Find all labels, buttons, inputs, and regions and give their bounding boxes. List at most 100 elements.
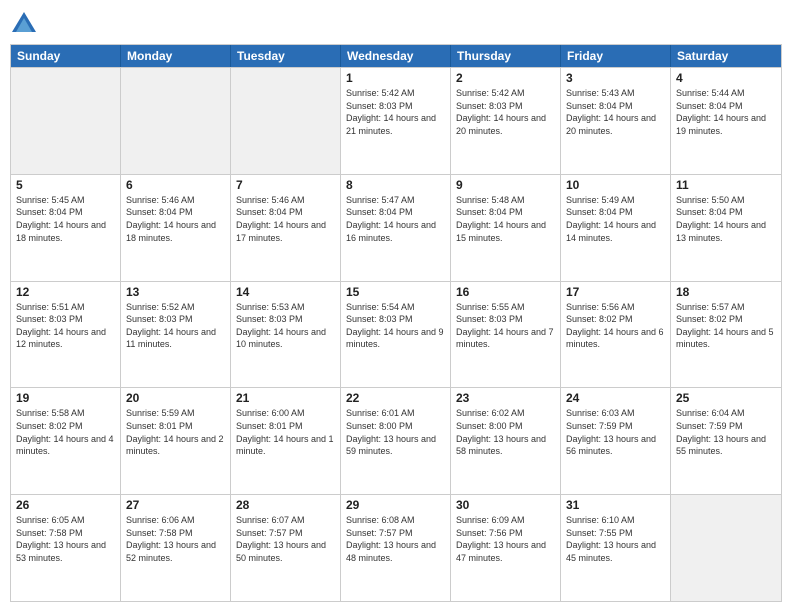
header-day-tuesday: Tuesday xyxy=(231,45,341,67)
day-cell-22: 22 Sunrise: 6:01 AMSunset: 8:00 PMDayligh… xyxy=(341,388,451,494)
empty-cell xyxy=(671,495,781,601)
day-number: 22 xyxy=(346,391,445,405)
day-cell-6: 6Sunrise: 5:46 AMSunset: 8:04 PMDaylight… xyxy=(121,175,231,281)
day-cell-27: 27Sunrise: 6:06 AMSunset: 7:58 PMDayligh… xyxy=(121,495,231,601)
day-number: 4 xyxy=(676,71,776,85)
day-number: 16 xyxy=(456,285,555,299)
day-number: 31 xyxy=(566,498,665,512)
day-number: 15 xyxy=(346,285,445,299)
day-number: 10 xyxy=(566,178,665,192)
cell-info: Sunrise: 5:55 AMSunset: 8:03 PMDaylight:… xyxy=(456,301,555,351)
day-cell-15: 15 Sunrise: 5:54 AMSunset: 8:03 PMDayligh… xyxy=(341,282,451,388)
day-number: 5 xyxy=(16,178,115,192)
cell-info: Sunrise: 5:57 AMSunset: 8:02 PMDaylight:… xyxy=(676,301,776,351)
cell-info: Sunrise: 6:10 AMSunset: 7:55 PMDaylight:… xyxy=(566,514,665,564)
day-cell-30: 30 Sunrise: 6:09 AMSunset: 7:56 PMDayligh… xyxy=(451,495,561,601)
header-day-friday: Friday xyxy=(561,45,671,67)
day-number: 20 xyxy=(126,391,225,405)
calendar-header: SundayMondayTuesdayWednesdayThursdayFrid… xyxy=(11,45,781,67)
day-number: 3 xyxy=(566,71,665,85)
day-number: 14 xyxy=(236,285,335,299)
day-number: 11 xyxy=(676,178,776,192)
day-cell-21: 21 Sunrise: 6:00 AMSunset: 8:01 PMDayligh… xyxy=(231,388,341,494)
cell-info: Sunrise: 6:09 AMSunset: 7:56 PMDaylight:… xyxy=(456,514,555,564)
calendar-row-5: 26 Sunrise: 6:05 AMSunset: 7:58 PMDayligh… xyxy=(11,494,781,601)
day-cell-17: 17Sunrise: 5:56 AMSunset: 8:02 PMDayligh… xyxy=(561,282,671,388)
day-number: 17 xyxy=(566,285,665,299)
calendar-row-3: 12 Sunrise: 5:51 AMSunset: 8:03 PMDayligh… xyxy=(11,281,781,388)
cell-info: Sunrise: 5:45 AMSunset: 8:04 PMDaylight:… xyxy=(16,194,115,244)
cell-info: Sunrise: 5:53 AMSunset: 8:03 PMDaylight:… xyxy=(236,301,335,351)
calendar-row-1: 1 Sunrise: 5:42 AMSunset: 8:03 PMDaylight… xyxy=(11,67,781,174)
logo xyxy=(10,10,42,38)
cell-info: Sunrise: 6:03 AMSunset: 7:59 PMDaylight:… xyxy=(566,407,665,457)
day-number: 25 xyxy=(676,391,776,405)
cell-info: Sunrise: 5:43 AMSunset: 8:04 PMDaylight:… xyxy=(566,87,665,137)
day-number: 24 xyxy=(566,391,665,405)
day-cell-8: 8Sunrise: 5:47 AMSunset: 8:04 PMDaylight… xyxy=(341,175,451,281)
day-number: 29 xyxy=(346,498,445,512)
day-number: 28 xyxy=(236,498,335,512)
day-cell-5: 5 Sunrise: 5:45 AMSunset: 8:04 PMDaylight… xyxy=(11,175,121,281)
header-day-sunday: Sunday xyxy=(11,45,121,67)
cell-info: Sunrise: 5:50 AMSunset: 8:04 PMDaylight:… xyxy=(676,194,776,244)
day-cell-25: 25Sunrise: 6:04 AMSunset: 7:59 PMDayligh… xyxy=(671,388,781,494)
cell-info: Sunrise: 5:42 AMSunset: 8:03 PMDaylight:… xyxy=(346,87,445,137)
day-number: 26 xyxy=(16,498,115,512)
header-day-wednesday: Wednesday xyxy=(341,45,451,67)
header xyxy=(10,10,782,38)
header-day-saturday: Saturday xyxy=(671,45,781,67)
day-cell-24: 24 Sunrise: 6:03 AMSunset: 7:59 PMDayligh… xyxy=(561,388,671,494)
header-day-thursday: Thursday xyxy=(451,45,561,67)
day-cell-20: 20 Sunrise: 5:59 AMSunset: 8:01 PMDayligh… xyxy=(121,388,231,494)
cell-info: Sunrise: 6:05 AMSunset: 7:58 PMDaylight:… xyxy=(16,514,115,564)
day-number: 13 xyxy=(126,285,225,299)
cell-info: Sunrise: 6:07 AMSunset: 7:57 PMDaylight:… xyxy=(236,514,335,564)
day-number: 6 xyxy=(126,178,225,192)
page: SundayMondayTuesdayWednesdayThursdayFrid… xyxy=(0,0,792,612)
cell-info: Sunrise: 6:01 AMSunset: 8:00 PMDaylight:… xyxy=(346,407,445,457)
day-cell-31: 31 Sunrise: 6:10 AMSunset: 7:55 PMDayligh… xyxy=(561,495,671,601)
day-cell-7: 7 Sunrise: 5:46 AMSunset: 8:04 PMDaylight… xyxy=(231,175,341,281)
cell-info: Sunrise: 5:52 AMSunset: 8:03 PMDaylight:… xyxy=(126,301,225,351)
day-number: 19 xyxy=(16,391,115,405)
day-cell-28: 28 Sunrise: 6:07 AMSunset: 7:57 PMDayligh… xyxy=(231,495,341,601)
day-cell-2: 2Sunrise: 5:42 AMSunset: 8:03 PMDaylight… xyxy=(451,68,561,174)
day-cell-13: 13 Sunrise: 5:52 AMSunset: 8:03 PMDayligh… xyxy=(121,282,231,388)
day-cell-11: 11 Sunrise: 5:50 AMSunset: 8:04 PMDayligh… xyxy=(671,175,781,281)
cell-info: Sunrise: 5:58 AMSunset: 8:02 PMDaylight:… xyxy=(16,407,115,457)
cell-info: Sunrise: 6:06 AMSunset: 7:58 PMDaylight:… xyxy=(126,514,225,564)
cell-info: Sunrise: 5:48 AMSunset: 8:04 PMDaylight:… xyxy=(456,194,555,244)
calendar-body: 1 Sunrise: 5:42 AMSunset: 8:03 PMDaylight… xyxy=(11,67,781,601)
day-cell-16: 16 Sunrise: 5:55 AMSunset: 8:03 PMDayligh… xyxy=(451,282,561,388)
cell-info: Sunrise: 5:49 AMSunset: 8:04 PMDaylight:… xyxy=(566,194,665,244)
day-cell-9: 9Sunrise: 5:48 AMSunset: 8:04 PMDaylight… xyxy=(451,175,561,281)
calendar-row-4: 19 Sunrise: 5:58 AMSunset: 8:02 PMDayligh… xyxy=(11,387,781,494)
cell-info: Sunrise: 5:51 AMSunset: 8:03 PMDaylight:… xyxy=(16,301,115,351)
day-cell-12: 12 Sunrise: 5:51 AMSunset: 8:03 PMDayligh… xyxy=(11,282,121,388)
day-number: 30 xyxy=(456,498,555,512)
calendar-row-2: 5 Sunrise: 5:45 AMSunset: 8:04 PMDaylight… xyxy=(11,174,781,281)
empty-cell xyxy=(231,68,341,174)
calendar: SundayMondayTuesdayWednesdayThursdayFrid… xyxy=(10,44,782,602)
day-cell-4: 4 Sunrise: 5:44 AMSunset: 8:04 PMDaylight… xyxy=(671,68,781,174)
cell-info: Sunrise: 6:02 AMSunset: 8:00 PMDaylight:… xyxy=(456,407,555,457)
cell-info: Sunrise: 6:08 AMSunset: 7:57 PMDaylight:… xyxy=(346,514,445,564)
cell-info: Sunrise: 5:47 AMSunset: 8:04 PMDaylight:… xyxy=(346,194,445,244)
cell-info: Sunrise: 5:59 AMSunset: 8:01 PMDaylight:… xyxy=(126,407,225,457)
day-cell-1: 1 Sunrise: 5:42 AMSunset: 8:03 PMDaylight… xyxy=(341,68,451,174)
cell-info: Sunrise: 5:44 AMSunset: 8:04 PMDaylight:… xyxy=(676,87,776,137)
day-number: 1 xyxy=(346,71,445,85)
day-cell-10: 10 Sunrise: 5:49 AMSunset: 8:04 PMDayligh… xyxy=(561,175,671,281)
cell-info: Sunrise: 5:46 AMSunset: 8:04 PMDaylight:… xyxy=(236,194,335,244)
cell-info: Sunrise: 6:00 AMSunset: 8:01 PMDaylight:… xyxy=(236,407,335,457)
day-cell-29: 29 Sunrise: 6:08 AMSunset: 7:57 PMDayligh… xyxy=(341,495,451,601)
day-number: 18 xyxy=(676,285,776,299)
day-number: 12 xyxy=(16,285,115,299)
day-cell-14: 14 Sunrise: 5:53 AMSunset: 8:03 PMDayligh… xyxy=(231,282,341,388)
day-cell-23: 23Sunrise: 6:02 AMSunset: 8:00 PMDayligh… xyxy=(451,388,561,494)
day-number: 21 xyxy=(236,391,335,405)
day-number: 7 xyxy=(236,178,335,192)
cell-info: Sunrise: 5:42 AMSunset: 8:03 PMDaylight:… xyxy=(456,87,555,137)
cell-info: Sunrise: 5:54 AMSunset: 8:03 PMDaylight:… xyxy=(346,301,445,351)
